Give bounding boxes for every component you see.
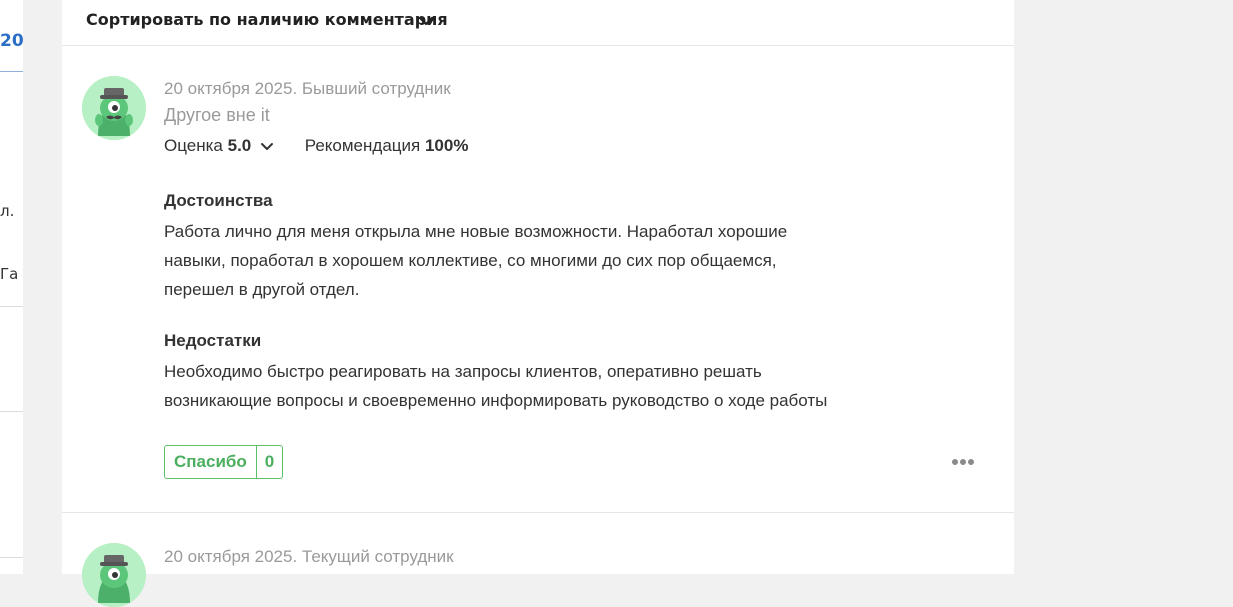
recommend-value: 100%	[424, 136, 469, 155]
rating-value[interactable]: 5.0	[228, 136, 252, 155]
monster-avatar-icon	[82, 543, 146, 607]
chevron-down-icon[interactable]	[260, 142, 274, 152]
thanks-label: Спасибо	[174, 452, 247, 471]
review-role: Другое вне it	[164, 105, 270, 125]
thanks-button[interactable]: Спасибо 0	[164, 445, 284, 479]
avatar	[82, 543, 146, 607]
sidebar-text-fragment: л.	[0, 202, 15, 220]
left-sidebar: 20 л. Га	[0, 0, 23, 574]
sidebar-divider	[0, 411, 23, 412]
sidebar-divider	[0, 306, 23, 307]
thanks-count: 0	[255, 446, 282, 478]
sort-bar: Сортировать по наличию комментария	[62, 0, 1014, 46]
sidebar-count[interactable]: 20	[0, 31, 23, 51]
chevron-down-icon[interactable]	[418, 15, 434, 27]
sidebar-divider	[0, 71, 23, 72]
monster-avatar-icon	[82, 76, 146, 140]
review-meta: 20 октября 2025. Текущий сотрудник	[164, 547, 454, 566]
review-meta: 20 октября 2025. Бывший сотрудник	[164, 79, 451, 98]
sidebar-divider	[0, 557, 23, 558]
pros-title: Достоинства	[164, 191, 273, 210]
pros-text: Работа лично для меня открыла мне новые …	[164, 222, 788, 299]
recommend-label: Рекомендация	[304, 136, 421, 155]
sidebar-text-fragment: Га	[0, 265, 19, 283]
cons-title: Недостатки	[164, 331, 262, 350]
rating-label: Оценка	[164, 136, 223, 155]
review-item: 20 октября 2025. Текущий сотрудник	[62, 513, 1014, 607]
avatar	[82, 76, 146, 140]
rating-row: Оценка 5.0 Рекомендация 100%	[164, 136, 468, 156]
review-item: 20 октября 2025. Бывший сотрудник Другое…	[62, 46, 1014, 513]
more-options-icon[interactable]	[951, 458, 975, 466]
sort-dropdown[interactable]: Сортировать по наличию комментария	[86, 10, 448, 29]
reviews-card: Сортировать по наличию комментария 20 ок…	[62, 0, 1014, 607]
cons-text: Необходимо быстро реагировать на запросы…	[164, 362, 828, 410]
